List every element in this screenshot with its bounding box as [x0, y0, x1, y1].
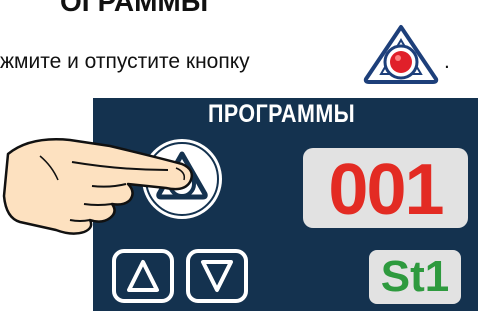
- status-display: St1: [369, 250, 461, 304]
- instruction-period: .: [444, 50, 450, 73]
- program-number-display: 001: [303, 148, 468, 230]
- status-value: St1: [380, 252, 450, 301]
- section-heading-fragment: ОГРАММЫ: [60, 0, 209, 17]
- arrow-down-button[interactable]: [185, 248, 249, 304]
- pointing-hand-icon: [2, 138, 193, 235]
- program-button-icon: [363, 25, 439, 84]
- panel-title: ПРОГРАММЫ: [208, 100, 356, 128]
- instruction-text: жмите и отпустите кнопку: [0, 50, 250, 73]
- arrow-up-button[interactable]: [111, 248, 175, 304]
- program-number: 001: [328, 150, 444, 230]
